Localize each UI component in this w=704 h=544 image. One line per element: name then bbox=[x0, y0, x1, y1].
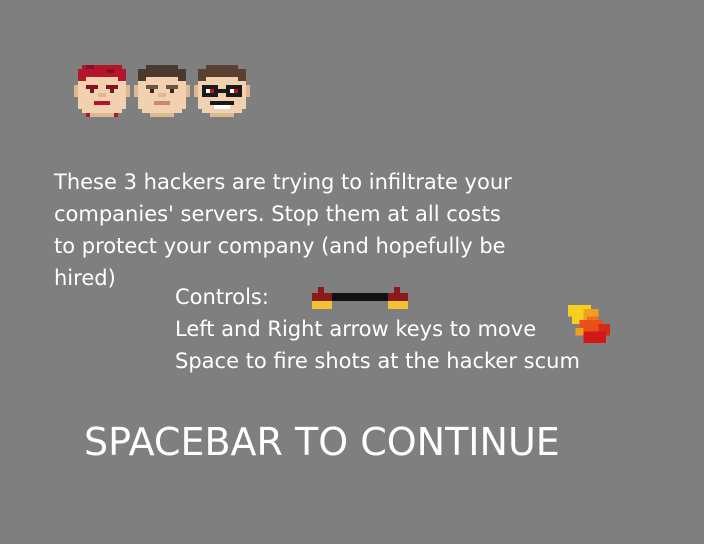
controls-fire-line: Space to fire shots at the hacker scum bbox=[175, 349, 580, 373]
hacker-portraits bbox=[74, 64, 250, 124]
controls-move-line: Left and Right arrow keys to move bbox=[175, 317, 537, 341]
player-paddle-icon bbox=[312, 285, 408, 309]
intro-text: These 3 hackers are trying to infiltrate… bbox=[54, 170, 512, 290]
hacker-glasses-icon bbox=[194, 64, 250, 122]
continue-prompt[interactable]: SPACEBAR TO CONTINUE bbox=[84, 418, 560, 466]
fireball-shot-icon bbox=[567, 305, 611, 343]
hacker-brown-hair-icon bbox=[134, 64, 190, 122]
hacker-red-hair-icon bbox=[74, 64, 130, 122]
